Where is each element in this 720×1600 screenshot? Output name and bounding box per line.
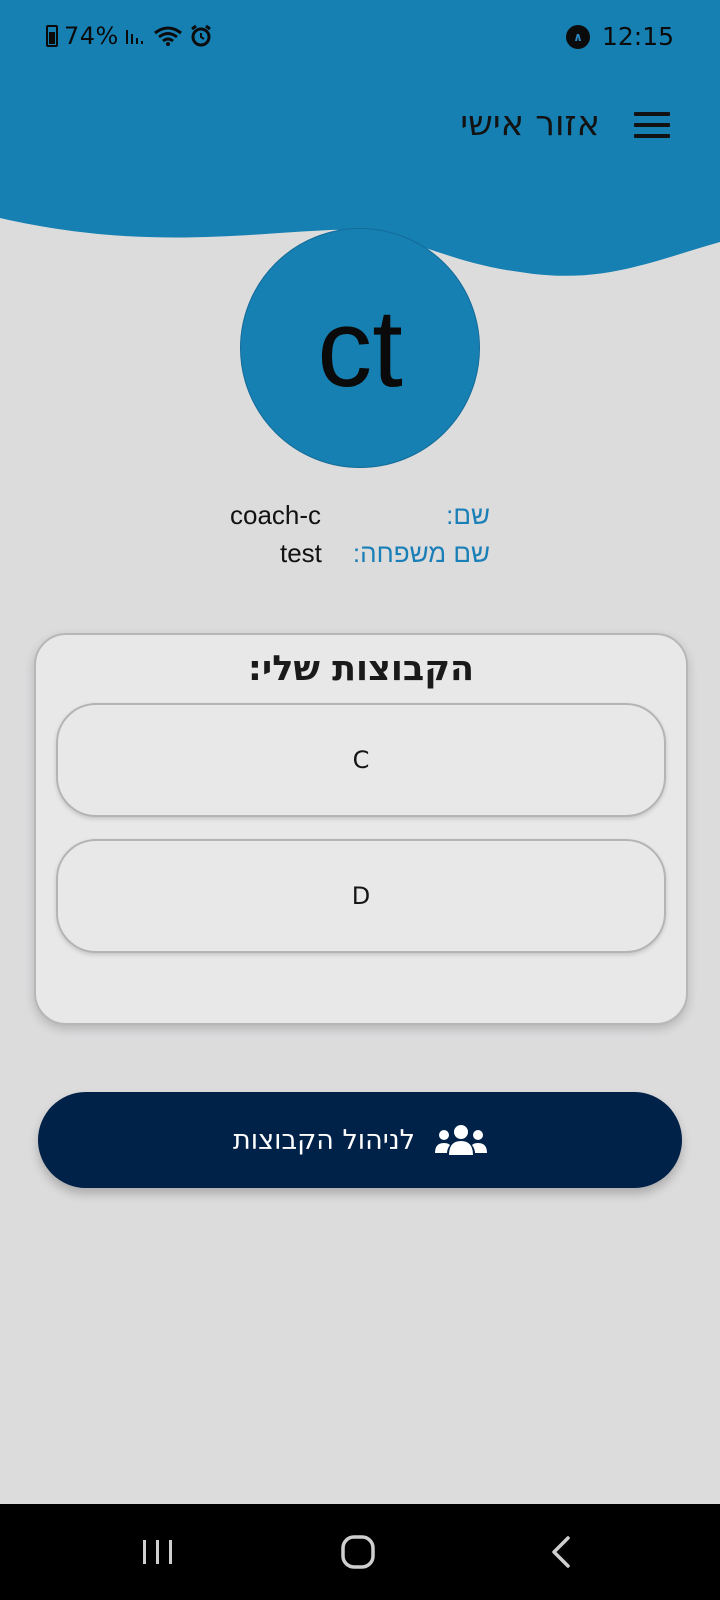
last-name-value: test: [280, 538, 322, 568]
manage-groups-label: לניהול הקבוצות: [233, 1124, 415, 1156]
page-title: אזור אישי: [460, 104, 600, 144]
battery-level: 74%: [64, 22, 119, 50]
signal-icon: [125, 30, 143, 44]
hamburger-menu-icon[interactable]: [634, 112, 672, 142]
clock: 12:15: [601, 22, 674, 51]
manage-groups-button[interactable]: לניהול הקבוצות: [38, 1092, 682, 1188]
group-item-c[interactable]: C: [56, 703, 666, 817]
first-name-label: שם:: [446, 500, 490, 530]
back-icon[interactable]: [542, 1532, 582, 1572]
first-name-value: coach-c: [230, 500, 322, 530]
status-left: 74%: [46, 22, 213, 50]
screen: 74% ∧ 12:15 אזור אישי ct שם: coach-c שם …: [0, 0, 720, 1600]
recents-icon[interactable]: [138, 1532, 178, 1572]
wifi-icon: [153, 26, 182, 46]
avatar: ct: [240, 228, 480, 468]
avatar-initials: ct: [317, 286, 403, 410]
my-groups-title: הקבוצות שלי:: [247, 649, 475, 689]
first-name-row: שם: coach-c: [0, 500, 720, 540]
status-right: ∧ 12:15: [565, 22, 674, 51]
users-icon: [435, 1125, 487, 1155]
alarm-icon: [190, 24, 211, 47]
my-groups-card: הקבוצות שלי: C D: [34, 633, 688, 1025]
battery-icon: [46, 25, 58, 47]
system-navigation-bar: [0, 1504, 720, 1600]
home-icon[interactable]: [338, 1532, 378, 1572]
navigation-app-icon: ∧: [565, 24, 590, 49]
last-name-label: שם משפחה:: [352, 538, 490, 568]
group-item-d[interactable]: D: [56, 839, 666, 953]
status-bar: 74% ∧ 12:15: [0, 0, 720, 72]
last-name-row: שם משפחה: test: [0, 538, 720, 578]
